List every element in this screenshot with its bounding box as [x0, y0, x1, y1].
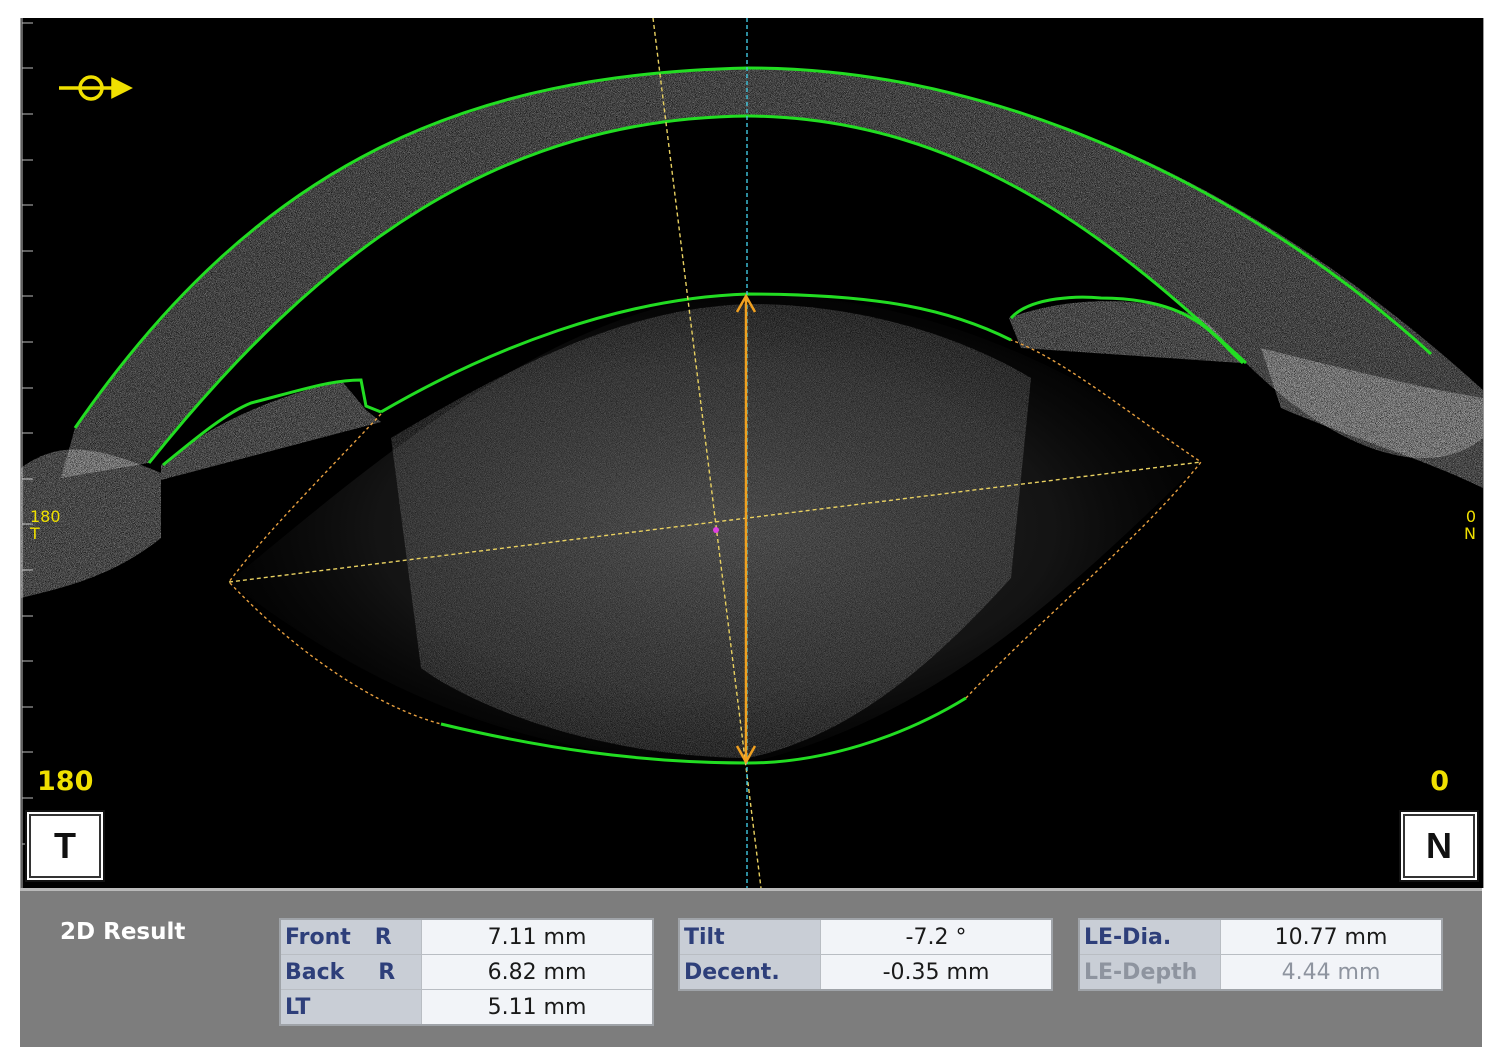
table-row: Decent. -0.35 mm [678, 954, 1053, 991]
radius-table: Front R 7.11 mm Back R 6.82 mm LT 5.11 mm [279, 918, 654, 1026]
table-row: LE-Dia. 10.77 mm [1078, 918, 1443, 955]
right-small-angle: 0 N [1464, 507, 1476, 543]
oct-scan-image [21, 18, 1483, 888]
lens-center-point [713, 527, 719, 533]
result-title: 2D Result [60, 919, 186, 945]
le-depth-value: 4.44 mm [1220, 954, 1443, 991]
table-row: Front R 7.11 mm [279, 918, 654, 955]
left-small-angle: 180 T [30, 507, 61, 543]
left-angle-label: 180 [37, 766, 94, 797]
front-radius-value: 7.11 mm [421, 918, 654, 955]
le-dia-value: 10.77 mm [1220, 918, 1443, 955]
table-row: Tilt -7.2 ° [678, 918, 1053, 955]
decentration-value: -0.35 mm [820, 954, 1053, 991]
oct-scan-view[interactable]: 180 T 0 N 180 0 T N [20, 18, 1484, 888]
decentration-label: Decent. [678, 954, 821, 991]
table-row: Back R 6.82 mm [279, 954, 654, 990]
tilt-label: Tilt [678, 918, 821, 955]
le-dia-label: LE-Dia. [1078, 918, 1221, 955]
right-angle-label: 0 [1430, 766, 1449, 797]
temporal-marker: T [25, 810, 105, 882]
left-ruler [21, 18, 33, 888]
lens-equator-table: LE-Dia. 10.77 mm LE-Depth 4.44 mm [1078, 918, 1443, 991]
eye-direction-icon [59, 75, 133, 101]
table-row: LT 5.11 mm [279, 989, 654, 1026]
back-radius-value: 6.82 mm [421, 954, 654, 990]
lens-thickness-value: 5.11 mm [421, 989, 654, 1026]
nasal-marker: N [1399, 810, 1479, 882]
tilt-value: -7.2 ° [820, 918, 1053, 955]
result-panel: 2D Result Front R 7.11 mm Back R 6.82 mm L… [20, 888, 1482, 1047]
back-radius-label: Back R [279, 954, 422, 990]
table-row: LE-Depth 4.44 mm [1078, 954, 1443, 991]
tilt-table: Tilt -7.2 ° Decent. -0.35 mm [678, 918, 1053, 991]
front-radius-label: Front R [279, 918, 422, 955]
lens-thickness-label: LT [279, 989, 422, 1026]
le-depth-label: LE-Depth [1078, 954, 1221, 991]
